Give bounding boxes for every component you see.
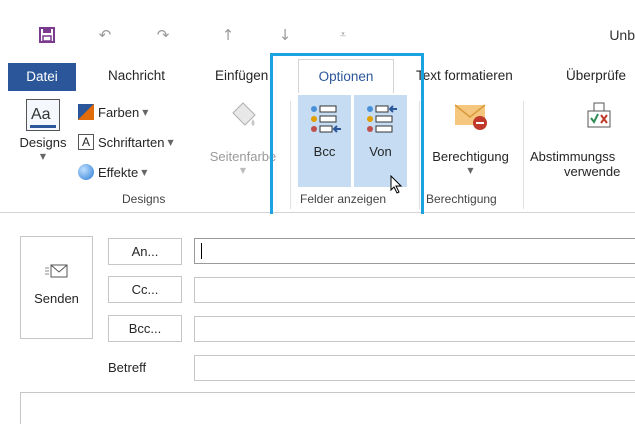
tab-format-text[interactable]: Text formatieren — [416, 61, 513, 90]
subject-label: Betreff — [108, 360, 147, 375]
arrow-down-icon[interactable]: ↓ — [272, 22, 298, 48]
compose-form: Senden An... Cc... Bcc... Betreff — [0, 214, 635, 424]
arrow-up-icon[interactable]: ↑ — [215, 22, 241, 48]
undo-icon[interactable]: ↶ — [92, 22, 118, 48]
subject-field[interactable] — [194, 355, 635, 381]
from-toggle-button[interactable]: Von — [354, 95, 407, 187]
to-field[interactable] — [194, 238, 635, 264]
chevron-down-icon: ▼ — [142, 107, 149, 117]
group-separator — [419, 101, 420, 209]
ribbon: Aa Designs ▼ Farben ▼ A Schriftarten ▼ Eff… — [0, 93, 635, 213]
tab-file[interactable]: Datei — [8, 63, 76, 91]
bcc-field[interactable] — [194, 316, 635, 342]
fonts-button[interactable]: A Schriftarten ▼ — [78, 131, 174, 153]
window-title: Unb — [609, 27, 635, 43]
tab-message[interactable]: Nachricht — [108, 61, 165, 90]
chevron-down-icon: ▼ — [467, 166, 474, 175]
quick-access-toolbar: ↶ ↷ ↑ ↓ ⩡ Unb — [0, 0, 635, 56]
to-button[interactable]: An... — [108, 238, 182, 265]
text-cursor — [201, 243, 202, 259]
designs-group-label: Designs — [122, 192, 166, 206]
permission-icon — [453, 99, 489, 133]
cc-button[interactable]: Cc... — [108, 276, 182, 303]
send-icon — [44, 263, 69, 279]
from-icon — [364, 103, 398, 137]
effects-button[interactable]: Effekte ▼ — [78, 161, 147, 183]
send-button[interactable]: Senden — [20, 236, 93, 339]
chevron-down-icon: ▼ — [141, 167, 148, 177]
redo-icon[interactable]: ↷ — [150, 22, 176, 48]
mouse-cursor-icon — [390, 174, 404, 198]
tab-review[interactable]: Überprüfe — [566, 61, 626, 90]
tab-options[interactable]: Optionen — [298, 59, 394, 95]
show-fields-group-label: Felder anzeigen — [300, 192, 387, 206]
paint-bucket-icon — [227, 99, 259, 133]
permission-group-label: Berechtigung — [426, 192, 497, 206]
voting-buttons-button[interactable]: Abstimmungss verwende — [530, 99, 635, 179]
group-separator — [523, 101, 524, 209]
page-color-button[interactable]: Seitenfarbe ▼ — [203, 99, 283, 175]
effects-icon — [78, 164, 94, 180]
tab-insert[interactable]: Einfügen — [215, 61, 268, 90]
designs-button[interactable]: Aa Designs ▼ — [18, 99, 68, 161]
voting-icon — [582, 99, 616, 133]
permission-button[interactable]: Berechtigung ▼ — [423, 99, 518, 175]
ribbon-tabs: Datei Nachricht Einfügen Optionen Text f… — [0, 56, 635, 95]
group-separator — [290, 101, 291, 209]
bcc-button[interactable]: Bcc... — [108, 315, 182, 342]
colors-button[interactable]: Farben ▼ — [78, 101, 148, 123]
cc-field[interactable] — [194, 277, 635, 303]
designs-icon: Aa — [26, 99, 60, 131]
bcc-toggle-button[interactable]: Bcc — [298, 95, 351, 187]
chevron-down-icon: ▼ — [239, 166, 247, 175]
save-icon[interactable] — [34, 22, 60, 48]
chevron-down-icon: ▼ — [39, 152, 47, 161]
bcc-icon — [308, 103, 342, 137]
chevron-down-icon: ▼ — [167, 137, 174, 147]
colors-icon — [78, 104, 94, 120]
message-body[interactable] — [20, 392, 635, 424]
fonts-icon: A — [78, 134, 94, 150]
customize-qat-icon[interactable]: ⩡ — [330, 22, 356, 48]
